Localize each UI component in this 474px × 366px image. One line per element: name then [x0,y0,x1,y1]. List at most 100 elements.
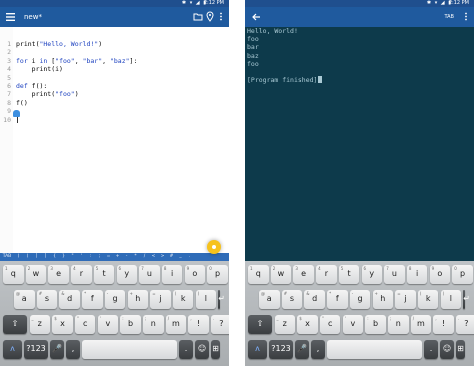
key-v[interactable]: v ' [342,315,364,334]
extra-key[interactable]: ] [41,253,50,261]
key-i[interactable]: i8 [406,265,428,284]
key-y[interactable]: y6 [116,265,137,284]
extra-key[interactable]: < [149,253,158,261]
extra-key[interactable]: = [104,253,113,261]
key-w[interactable]: w2 [25,265,47,284]
key-h[interactable]: h + [127,290,148,309]
extra-key[interactable]: : [86,253,95,261]
key-g[interactable]: g- [349,290,371,309]
extra-key[interactable]: } [59,253,68,261]
extra-key[interactable]: TAB [0,253,14,261]
shift-key[interactable]: ⇧ [3,315,27,334]
enter-key[interactable]: ↵ [218,290,225,309]
key-n[interactable]: n; [388,315,409,334]
keyboard-switch-key[interactable]: ⊞ [211,340,220,359]
extra-key[interactable]: * [131,253,140,261]
period-key[interactable]: . [424,340,438,359]
enter-key[interactable]: ↵ [463,290,470,309]
key-d[interactable]: d & [59,290,80,309]
menu-icon[interactable] [6,12,15,22]
more-options-icon[interactable] [461,11,471,22]
key-v[interactable]: v ' [97,315,119,334]
swype-key[interactable]: ʌ [248,340,267,359]
extra-key[interactable]: . [185,253,194,261]
key-n[interactable]: n; [143,315,164,334]
symbols-key[interactable]: ?123 [269,340,293,359]
extra-key[interactable]: - [122,253,131,261]
space-key[interactable] [82,340,177,359]
extra-key[interactable]: { [50,253,59,261]
extra-key[interactable]: ) [23,253,32,261]
key-t[interactable]: t5 [338,265,360,284]
key-?[interactable]: ?. [456,315,474,334]
key-b[interactable]: b: [120,315,141,334]
console-output[interactable]: Hello, World! foo bar baz foo [Program finish… [245,27,474,261]
back-arrow-icon[interactable] [251,12,261,22]
key-u[interactable]: u7 [384,265,405,284]
key-p[interactable]: p0 [207,265,228,284]
key-t[interactable]: t5 [93,265,115,284]
code-editor[interactable]: 12345678910 print("Hello, World!")​for i… [0,27,229,253]
key-k[interactable]: k( [417,290,439,309]
swype-key[interactable]: ʌ [3,340,22,359]
key-z[interactable]: z _ [274,315,295,334]
extra-key[interactable]: # [167,253,176,261]
key-q[interactable]: q1 [248,265,269,284]
code-area[interactable]: print("Hello, World!")​for i in ["foo", … [16,40,229,124]
extra-key[interactable]: ( [14,253,23,261]
extra-key[interactable]: " [68,253,77,261]
key-c[interactable]: c " [319,315,341,334]
key-p[interactable]: p0 [452,265,473,284]
key-y[interactable]: y6 [361,265,382,284]
extra-key[interactable]: > [158,253,167,261]
extra-key[interactable]: _ [176,253,185,261]
key-a[interactable]: a @ [259,290,280,309]
key-s[interactable]: s # [281,290,303,309]
extra-key[interactable]: [ [32,253,41,261]
key-s[interactable]: s # [36,290,58,309]
key-j[interactable]: j = [150,290,171,309]
space-key[interactable] [327,340,422,359]
key-q[interactable]: q1 [3,265,24,284]
key-z[interactable]: z _ [29,315,50,334]
key-![interactable]: !, [188,315,209,334]
extra-key[interactable]: + [113,253,122,261]
key-d[interactable]: d & [304,290,325,309]
keyboard-switch-key[interactable]: ⊞ [456,340,465,359]
cursor-handle[interactable] [13,110,20,117]
emoji-key[interactable]: ☺ [195,340,209,359]
key-o[interactable]: o9 [184,265,206,284]
mic-key[interactable]: 🎤 [50,340,64,359]
tab-key-button[interactable]: TAB [444,13,454,21]
key-m[interactable]: m / [410,315,432,334]
extra-key[interactable]: ; [95,253,104,261]
key-h[interactable]: h + [372,290,393,309]
key-g[interactable]: g- [104,290,126,309]
key-u[interactable]: u7 [139,265,160,284]
extra-key[interactable]: ' [77,253,86,261]
key-i[interactable]: i8 [161,265,183,284]
shift-key[interactable]: ⇧ [248,315,272,334]
key-?[interactable]: ?. [211,315,229,334]
key-f[interactable]: f * [327,290,348,309]
mic-key[interactable]: 🎤 [295,340,309,359]
key-l[interactable]: l) [440,290,462,309]
emoji-key[interactable]: ☺ [440,340,454,359]
key-r[interactable]: r4 [71,265,92,284]
comma-key[interactable]: , [66,340,80,359]
key-b[interactable]: b: [365,315,386,334]
key-k[interactable]: k( [172,290,194,309]
key-a[interactable]: a @ [14,290,35,309]
key-r[interactable]: r4 [316,265,337,284]
key-w[interactable]: w2 [270,265,292,284]
key-l[interactable]: l) [195,290,217,309]
key-o[interactable]: o9 [429,265,451,284]
comma-key[interactable]: , [311,340,325,359]
extra-key[interactable]: / [140,253,149,261]
key-j[interactable]: j = [395,290,416,309]
key-m[interactable]: m / [165,315,187,334]
run-button[interactable] [207,240,221,254]
more-options-icon[interactable] [216,11,226,22]
key-e[interactable]: e3 [293,265,314,284]
key-x[interactable]: x $ [297,315,318,334]
